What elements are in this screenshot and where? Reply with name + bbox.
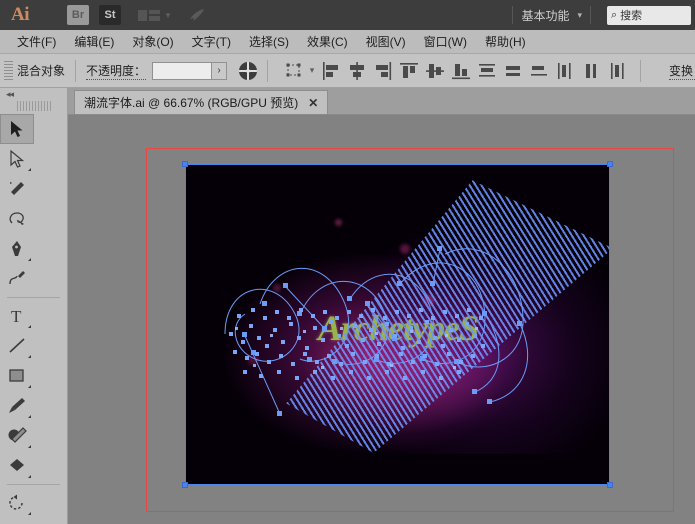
select-similar-objects-icon[interactable] bbox=[284, 60, 306, 82]
align-bottom-icon[interactable] bbox=[450, 60, 472, 82]
tool-corner-indicator bbox=[28, 475, 31, 478]
menu-select[interactable]: 选择(S) bbox=[240, 31, 298, 53]
document-canvas[interactable]: ArchetypeS bbox=[68, 115, 695, 524]
svg-text:T: T bbox=[11, 307, 22, 325]
ai-logo-icon: Ai bbox=[0, 0, 40, 30]
selection-handle-top-left bbox=[182, 161, 188, 167]
control-divider-1 bbox=[75, 60, 76, 82]
illustrator-window: Ai Br St ▾ 基本功能 ▾ ⌕ 搜索 文件(F) 编辑(E) 对象(O) bbox=[0, 0, 695, 524]
close-icon[interactable]: ✕ bbox=[308, 96, 318, 110]
control-bar: 混合对象 不透明度： › ▾ bbox=[0, 54, 695, 88]
arrange-chevron-down-icon[interactable]: ▾ bbox=[162, 5, 174, 25]
rocket-icon[interactable] bbox=[184, 5, 210, 25]
menu-effect[interactable]: 效果(C) bbox=[298, 31, 357, 53]
tool-selection[interactable] bbox=[0, 114, 34, 144]
document-tab-bar: 潮流字体.ai @ 66.67% (RGB/GPU 预览) ✕ bbox=[68, 88, 695, 115]
tool-magic-wand[interactable] bbox=[0, 174, 34, 204]
tool-rectangle[interactable] bbox=[0, 361, 34, 391]
menu-window[interactable]: 窗口(W) bbox=[415, 31, 476, 53]
align-distribute-group bbox=[318, 60, 630, 82]
menu-help[interactable]: 帮助(H) bbox=[476, 31, 535, 53]
menu-bar: 文件(F) 编辑(E) 对象(O) 文字(T) 选择(S) 效果(C) 视图(V… bbox=[0, 30, 695, 54]
selection-handle-bottom-right bbox=[607, 482, 613, 488]
tool-corner-indicator bbox=[28, 355, 31, 358]
align-right-icon[interactable] bbox=[372, 60, 394, 82]
stock-button[interactable]: St bbox=[99, 5, 121, 25]
tools-divider-1 bbox=[7, 297, 60, 298]
align-top-icon[interactable] bbox=[398, 60, 420, 82]
tool-shaper[interactable] bbox=[0, 421, 34, 451]
opacity-input[interactable] bbox=[152, 62, 212, 80]
tool-corner-indicator bbox=[28, 325, 31, 328]
control-divider-3 bbox=[640, 60, 641, 82]
tool-corner-indicator bbox=[28, 445, 31, 448]
tools-panel-grip[interactable] bbox=[17, 101, 51, 111]
distribute-vertical-center-icon[interactable] bbox=[502, 60, 524, 82]
opacity-chevron-icon[interactable]: › bbox=[212, 62, 227, 80]
distribute-top-icon[interactable] bbox=[476, 60, 498, 82]
appbar-right-group: 基本功能 ▾ ⌕ 搜索 bbox=[504, 0, 695, 30]
tool-line-segment[interactable] bbox=[0, 331, 34, 361]
arrange-documents-icon[interactable] bbox=[136, 5, 162, 25]
appbar-divider bbox=[512, 6, 513, 24]
workspace-switcher[interactable]: 基本功能 bbox=[521, 7, 569, 24]
bridge-button[interactable]: Br bbox=[67, 5, 89, 25]
align-horizontal-center-icon[interactable] bbox=[346, 60, 368, 82]
distribute-left-icon[interactable] bbox=[554, 60, 576, 82]
distribute-right-icon[interactable] bbox=[606, 60, 628, 82]
distribute-bottom-icon[interactable] bbox=[528, 60, 550, 82]
tool-corner-indicator bbox=[28, 168, 31, 171]
tool-direct-selection[interactable] bbox=[0, 144, 34, 174]
selection-bounding-box[interactable] bbox=[185, 164, 610, 485]
tool-lasso[interactable] bbox=[0, 204, 34, 234]
tool-corner-indicator bbox=[28, 512, 31, 515]
distribute-horizontal-center-icon[interactable] bbox=[580, 60, 602, 82]
select-similar-chevron-down-icon[interactable]: ▾ bbox=[306, 61, 318, 81]
opacity-fx-icon[interactable] bbox=[239, 62, 257, 80]
search-input[interactable]: ⌕ 搜索 bbox=[607, 6, 691, 25]
tool-group-selection bbox=[0, 114, 67, 294]
menu-type[interactable]: 文字(T) bbox=[183, 31, 240, 53]
align-vertical-center-icon[interactable] bbox=[424, 60, 446, 82]
collapse-panel-icon[interactable]: ◂◂ bbox=[0, 88, 67, 101]
selection-handle-top-right bbox=[607, 161, 613, 167]
selected-object-type: 混合对象 bbox=[17, 62, 65, 79]
workspace-chevron-down-icon[interactable]: ▾ bbox=[577, 10, 582, 21]
opacity-label[interactable]: 不透明度： bbox=[86, 62, 146, 80]
menu-view[interactable]: 视图(V) bbox=[357, 31, 415, 53]
control-divider-2 bbox=[267, 60, 268, 82]
application-bar: Ai Br St ▾ 基本功能 ▾ ⌕ 搜索 bbox=[0, 0, 695, 30]
rocket-glyph bbox=[188, 8, 206, 22]
tool-group-transform bbox=[0, 488, 67, 524]
tools-panel: ◂◂ bbox=[0, 88, 68, 524]
document-tab[interactable]: 潮流字体.ai @ 66.67% (RGB/GPU 预览) ✕ bbox=[74, 90, 328, 114]
tool-paintbrush[interactable] bbox=[0, 391, 34, 421]
control-bar-grip[interactable] bbox=[4, 61, 13, 81]
menu-edit[interactable]: 编辑(E) bbox=[65, 31, 123, 53]
tool-pen[interactable] bbox=[0, 234, 34, 264]
tool-curvature[interactable] bbox=[0, 264, 34, 294]
menu-file[interactable]: 文件(F) bbox=[8, 31, 65, 53]
align-left-icon[interactable] bbox=[320, 60, 342, 82]
search-icon: ⌕ bbox=[611, 9, 617, 22]
tool-eraser[interactable] bbox=[0, 451, 34, 481]
tool-scale[interactable] bbox=[0, 518, 34, 524]
tool-group-drawing: T bbox=[0, 301, 67, 481]
document-tab-title: 潮流字体.ai @ 66.67% (RGB/GPU 预览) bbox=[84, 94, 298, 111]
tools-divider-2 bbox=[7, 484, 60, 485]
tool-type[interactable]: T bbox=[0, 301, 34, 331]
tool-rotate[interactable] bbox=[0, 488, 34, 518]
appbar-divider-2 bbox=[590, 6, 591, 24]
tool-corner-indicator bbox=[28, 385, 31, 388]
tool-corner-indicator bbox=[28, 415, 31, 418]
search-placeholder: 搜索 bbox=[620, 7, 642, 23]
transform-link[interactable]: 变换 bbox=[669, 62, 695, 80]
tool-corner-indicator bbox=[28, 258, 31, 261]
select-similar-glyph bbox=[284, 60, 306, 82]
selection-handle-bottom-left bbox=[182, 482, 188, 488]
menu-object[interactable]: 对象(O) bbox=[123, 31, 182, 53]
